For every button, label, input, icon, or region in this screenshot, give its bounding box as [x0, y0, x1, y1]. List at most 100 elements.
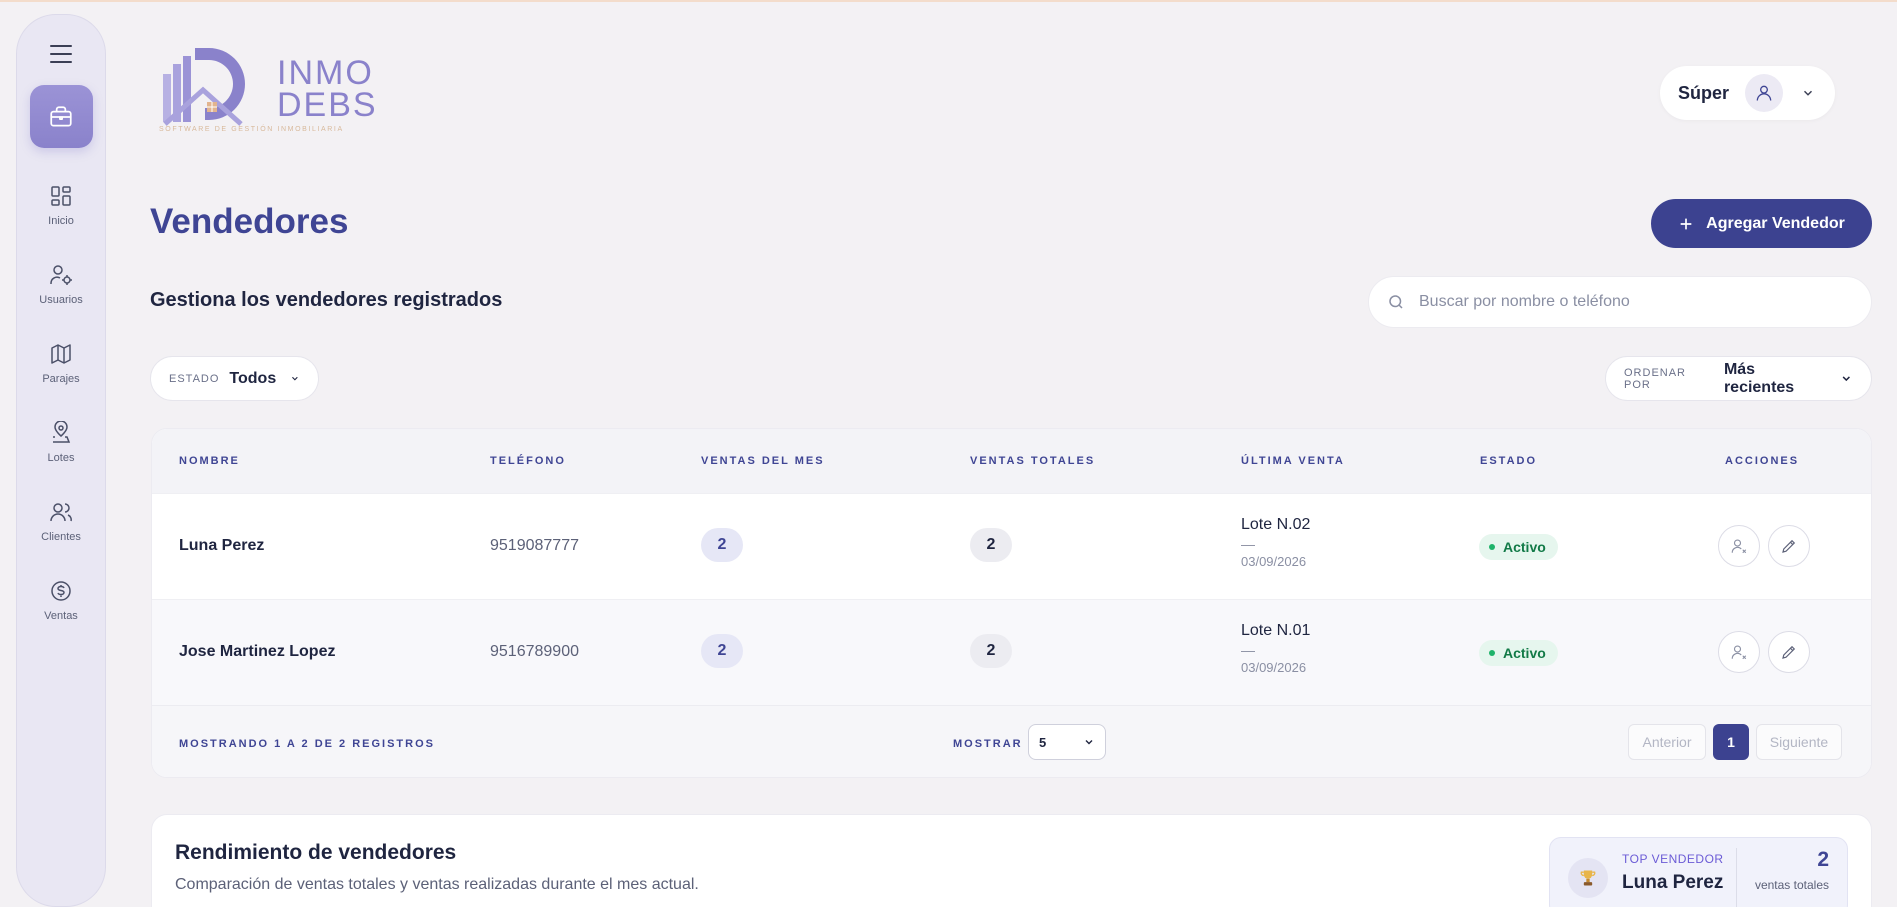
- add-vendedor-label: Agregar Vendedor: [1706, 214, 1845, 232]
- top-vendedor-label: TOP VENDEDOR: [1622, 852, 1724, 866]
- chevron-down-icon: [292, 376, 298, 381]
- estado-filter-label: ESTADO: [169, 372, 220, 385]
- sidebar-item-label: Clientes: [41, 531, 81, 543]
- performance-card: Rendimiento de vendedores Comparación de…: [151, 814, 1872, 907]
- search-icon: [1389, 295, 1403, 309]
- table-row: Luna Perez 9519087777 2 2 Lote N.02 — 03…: [152, 493, 1871, 599]
- vendedor-name: Luna Perez: [179, 537, 265, 554]
- sidebar-item-label: Ventas: [44, 610, 78, 622]
- table-header: NOMBRE TELÉFONO VENTAS DEL MES VENTAS TO…: [152, 429, 1871, 493]
- top-vendedor-name: Luna Perez: [1622, 872, 1724, 893]
- deactivate-user-button[interactable]: [1718, 525, 1760, 567]
- logo-tagline: SOFTWARE DE GESTIÓN INMOBILIARIA: [159, 126, 344, 133]
- search-box: [1368, 276, 1872, 328]
- status-label: Activo: [1503, 645, 1546, 661]
- pencil-icon: [1782, 645, 1796, 659]
- sidebar-item-inicio[interactable]: Inicio: [48, 184, 74, 227]
- vendedor-name: Jose Martinez Lopez: [179, 643, 336, 660]
- ultima-venta-lote: Lote N.02: [1241, 516, 1311, 533]
- column-header: VENTAS TOTALES: [970, 455, 1096, 467]
- briefcase-button[interactable]: [29, 85, 93, 148]
- ordenar-filter-value: Más recientes: [1723, 360, 1795, 396]
- dollar-icon: [51, 581, 71, 601]
- ventas-totales-pill: 2: [970, 634, 1012, 668]
- page-title: Vendedores: [150, 202, 349, 241]
- ultima-venta: Lote N.02 — 03/09/2026: [1241, 516, 1310, 569]
- ordenar-filter-label: ORDENAR POR: [1624, 366, 1687, 391]
- status-label: Activo: [1503, 539, 1546, 555]
- sidebar-item-ventas[interactable]: Ventas: [44, 579, 78, 622]
- ventas-mes-pill: 2: [701, 634, 743, 668]
- status-dot: [1489, 650, 1495, 656]
- estado-filter[interactable]: ESTADO Todos: [150, 356, 319, 401]
- briefcase-icon: [50, 105, 72, 127]
- user-x-icon: [1731, 645, 1747, 660]
- chevron-down-icon: [1804, 90, 1813, 96]
- page-size-select[interactable]: 5: [1028, 724, 1106, 760]
- ultima-venta-separator: —: [1241, 642, 1255, 658]
- ultima-venta-fecha: 03/09/2026: [1241, 660, 1307, 675]
- avatar: [1745, 74, 1784, 112]
- map-pin-icon: [52, 421, 71, 443]
- add-vendedor-button[interactable]: Agregar Vendedor: [1651, 199, 1872, 248]
- deactivate-user-button[interactable]: [1718, 631, 1760, 673]
- sidebar-item-clientes[interactable]: Clientes: [41, 500, 81, 543]
- sidebar: Inicio Usuarios Parajes Lotes Clientes V…: [16, 14, 106, 907]
- ultima-venta-separator: —: [1241, 536, 1255, 552]
- ventas-totales-pill: 2: [970, 528, 1012, 562]
- top-vendedor-value: 2: [1817, 848, 1829, 871]
- vendedor-phone: 9519087777: [490, 537, 579, 554]
- search-input[interactable]: [1419, 293, 1839, 311]
- grid-icon: [51, 186, 71, 206]
- menu-icon[interactable]: [50, 45, 72, 63]
- sidebar-item-label: Lotes: [47, 452, 75, 464]
- performance-title: Rendimiento de vendedores: [175, 841, 457, 864]
- pagination-info: MOSTRANDO 1 A 2 DE 2 REGISTROS: [179, 738, 435, 750]
- page-subtitle: Gestiona los vendedores registrados: [150, 289, 503, 311]
- trophy-icon: [1568, 858, 1608, 898]
- map-icon: [51, 344, 71, 364]
- next-page-button[interactable]: Siguiente: [1756, 724, 1842, 760]
- chevron-down-icon: [1085, 740, 1093, 745]
- sidebar-item-label: Usuarios: [39, 294, 83, 306]
- status-badge: Activo: [1479, 534, 1558, 560]
- column-header: TELÉFONO: [490, 455, 566, 467]
- column-header: ESTADO: [1480, 455, 1538, 467]
- ordenar-filter[interactable]: ORDENAR POR Más recientes: [1605, 356, 1872, 401]
- ultima-venta-lote: Lote N.01: [1241, 622, 1311, 639]
- vendedores-table: NOMBRE TELÉFONO VENTAS DEL MES VENTAS TO…: [151, 428, 1872, 778]
- divider: [1736, 848, 1737, 907]
- status-badge: Activo: [1479, 640, 1558, 666]
- sidebar-item-label: Parajes: [42, 373, 80, 385]
- top-vendedor-box: TOP VENDEDOR Luna Perez 2 ventas totales: [1549, 837, 1848, 907]
- sidebar-item-parajes[interactable]: Parajes: [42, 342, 80, 385]
- user-x-icon: [1731, 539, 1747, 554]
- plus-icon: [1680, 218, 1692, 229]
- table-footer: MOSTRANDO 1 A 2 DE 2 REGISTROS MOSTRAR 5…: [152, 705, 1871, 777]
- user-name: Súper: [1678, 82, 1730, 103]
- user-gear-icon: [50, 265, 72, 285]
- logo-text: DEBS: [277, 86, 378, 124]
- vendedor-phone: 9516789900: [490, 643, 579, 660]
- column-header: NOMBRE: [179, 455, 240, 467]
- edit-button[interactable]: [1768, 631, 1810, 673]
- page-size-label: MOSTRAR: [953, 738, 1023, 750]
- performance-subtitle: Comparación de ventas totales y ventas r…: [175, 876, 699, 893]
- trophy-glyph: [1580, 870, 1596, 886]
- edit-button[interactable]: [1768, 525, 1810, 567]
- page-1-button[interactable]: 1: [1713, 724, 1749, 760]
- users-icon: [50, 503, 72, 522]
- logo: INMO DEBS SOFTWARE DE GESTIÓN INMOBILIAR…: [155, 44, 385, 139]
- ventas-mes-pill: 2: [701, 528, 743, 562]
- ultima-venta: Lote N.01 — 03/09/2026: [1241, 622, 1310, 675]
- sidebar-item-lotes[interactable]: Lotes: [47, 421, 75, 464]
- top-vendedor-unit: ventas totales: [1754, 878, 1829, 892]
- user-menu[interactable]: Súper: [1660, 66, 1835, 120]
- column-header: ÚLTIMA VENTA: [1241, 455, 1345, 467]
- pencil-icon: [1782, 539, 1796, 553]
- user-icon: [1756, 85, 1772, 101]
- page-size-value: 5: [1039, 734, 1047, 750]
- sidebar-item-usuarios[interactable]: Usuarios: [39, 263, 83, 306]
- previous-page-button[interactable]: Anterior: [1628, 724, 1706, 760]
- table-row: Jose Martinez Lopez 9516789900 2 2 Lote …: [152, 599, 1871, 705]
